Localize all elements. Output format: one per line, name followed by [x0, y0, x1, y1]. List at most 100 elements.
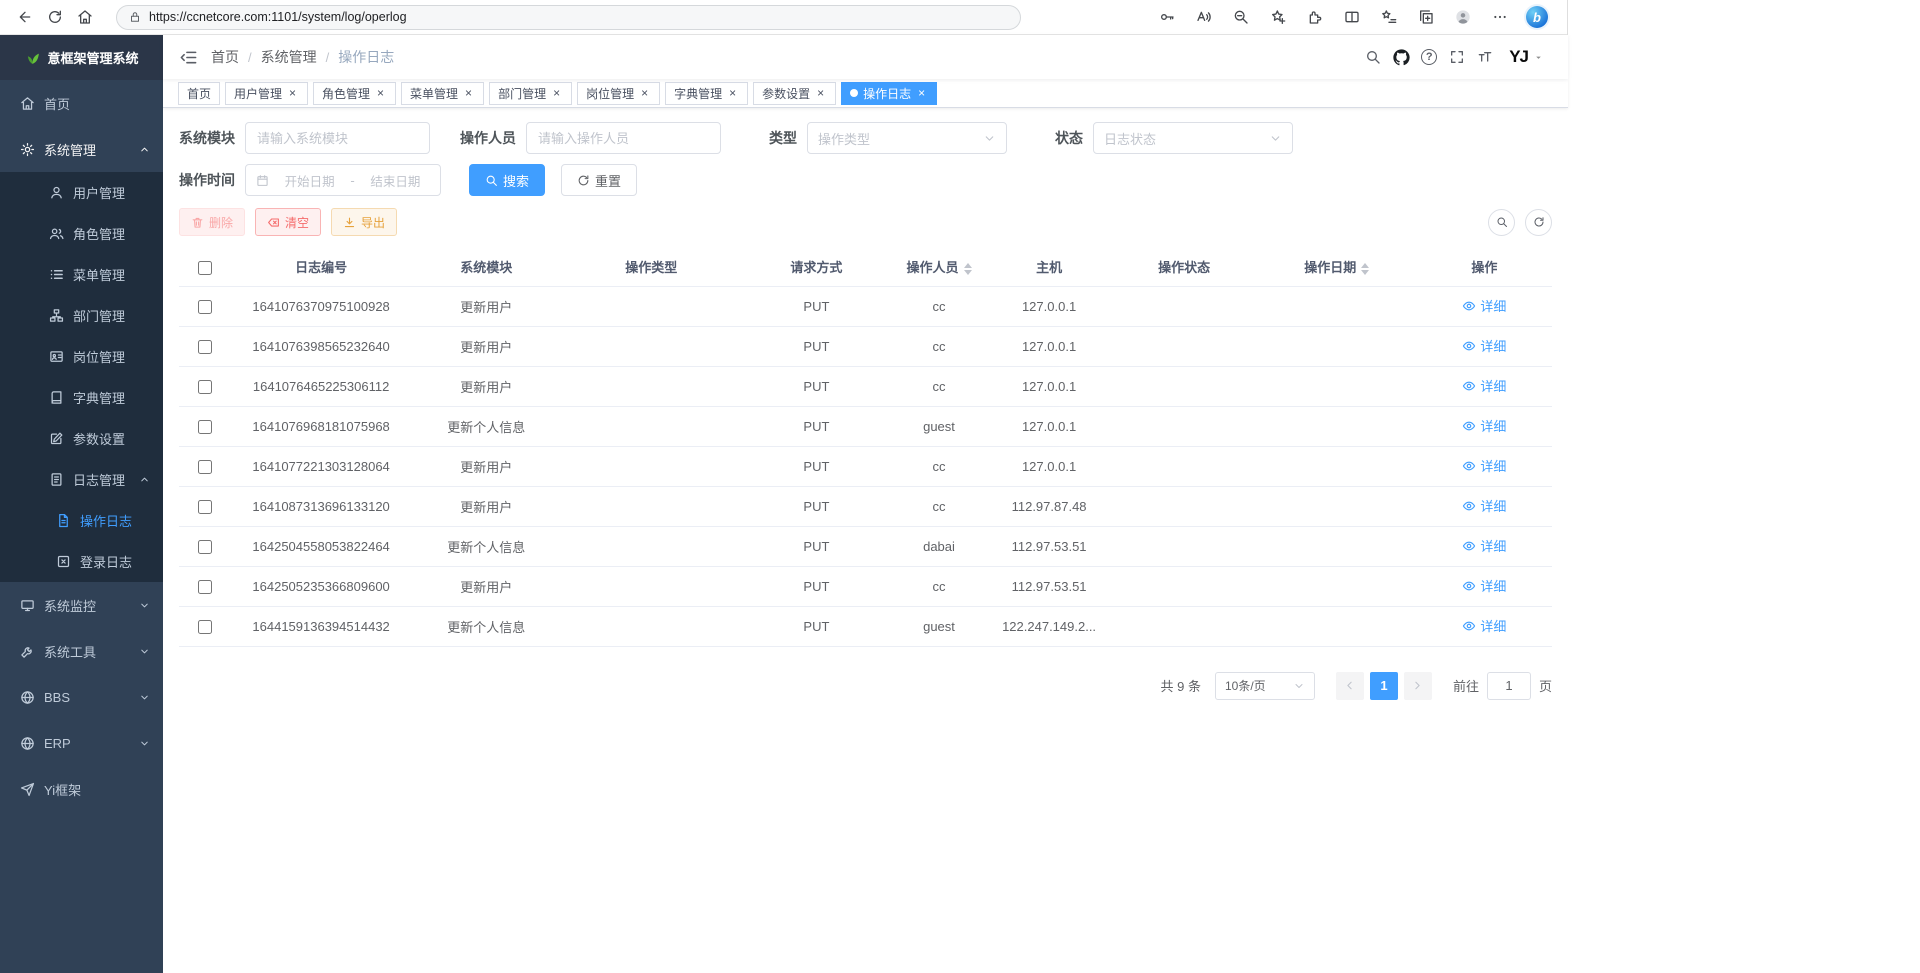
tab-dict-mgmt[interactable]: 字典管理× [665, 82, 748, 105]
extensions-icon[interactable] [1299, 3, 1330, 31]
sort-control[interactable] [1361, 263, 1369, 275]
header-method: 请求方式 [741, 248, 891, 286]
font-size-icon[interactable] [1471, 35, 1499, 79]
search-button[interactable]: 搜索 [469, 164, 545, 196]
delete-button[interactable]: 删除 [179, 208, 245, 236]
sidebar-item-operation-log[interactable]: 操作日志 [0, 500, 163, 541]
close-icon[interactable]: × [915, 87, 928, 100]
sidebar-item-menu-mgmt[interactable]: 菜单管理 [0, 254, 163, 295]
close-icon[interactable]: × [726, 87, 739, 100]
reset-button[interactable]: 重置 [561, 164, 637, 196]
read-aloud-icon[interactable] [1188, 3, 1219, 31]
detail-button[interactable]: 详细 [1462, 296, 1506, 315]
tab-menu-mgmt[interactable]: 菜单管理× [401, 82, 484, 105]
close-icon[interactable]: × [462, 87, 475, 100]
row-checkbox[interactable] [198, 500, 212, 514]
sidebar-item-bbs[interactable]: BBS [0, 674, 163, 720]
refresh-table-button[interactable] [1525, 209, 1552, 236]
copilot-icon[interactable]: b [1526, 6, 1548, 28]
detail-button[interactable]: 详细 [1462, 416, 1506, 435]
profile-avatar-icon[interactable] [1447, 3, 1478, 31]
address-bar[interactable]: https://ccnetcore.com:1101/system/log/op… [116, 5, 1021, 30]
sidebar-item-erp[interactable]: ERP [0, 720, 163, 766]
detail-button[interactable]: 详细 [1462, 576, 1506, 595]
breadcrumb-home[interactable]: 首页 [211, 47, 239, 67]
sidebar-item-home[interactable]: 首页 [0, 80, 163, 126]
sidebar-item-login-log[interactable]: 登录日志 [0, 541, 163, 582]
add-favorite-icon[interactable] [1262, 3, 1293, 31]
row-checkbox[interactable] [198, 340, 212, 354]
split-screen-icon[interactable] [1336, 3, 1367, 31]
close-icon[interactable]: × [638, 87, 651, 100]
sort-control[interactable] [964, 263, 972, 275]
favorites-icon[interactable] [1373, 3, 1404, 31]
sidebar-item-yi-framework[interactable]: Yi框架 [0, 766, 163, 812]
detail-button[interactable]: 详细 [1462, 616, 1506, 635]
breadcrumb-system-mgmt[interactable]: 系统管理 [261, 47, 317, 67]
prev-page-button[interactable] [1336, 672, 1364, 700]
close-icon[interactable]: × [374, 87, 387, 100]
close-icon[interactable]: × [286, 87, 299, 100]
status-select[interactable]: 日志状态 [1093, 122, 1293, 154]
tab-post-mgmt[interactable]: 岗位管理× [577, 82, 660, 105]
page-size-select[interactable]: 10条/页 [1215, 672, 1315, 700]
cell-log-id: 1641076398565232640 [231, 326, 411, 366]
sidebar-item-role-mgmt[interactable]: 角色管理 [0, 213, 163, 254]
sidebar-item-post-mgmt[interactable]: 岗位管理 [0, 336, 163, 377]
row-checkbox[interactable] [198, 620, 212, 634]
reload-button[interactable] [40, 2, 70, 32]
tab-dept-mgmt[interactable]: 部门管理× [489, 82, 572, 105]
zoom-out-icon[interactable] [1225, 3, 1256, 31]
hamburger-icon[interactable] [173, 42, 203, 72]
password-key-icon[interactable] [1151, 3, 1182, 31]
tab-home[interactable]: 首页 [178, 82, 220, 105]
cell-status [1112, 606, 1257, 646]
row-checkbox[interactable] [198, 540, 212, 554]
sidebar-item-log-mgmt[interactable]: 日志管理 [0, 459, 163, 500]
row-checkbox[interactable] [198, 460, 212, 474]
sidebar-item-dept-mgmt[interactable]: 部门管理 [0, 295, 163, 336]
sidebar-item-system-tools[interactable]: 系统工具 [0, 628, 163, 674]
sidebar-item-system-monitor[interactable]: 系统监控 [0, 582, 163, 628]
type-select[interactable]: 操作类型 [807, 122, 1007, 154]
goto-page-input[interactable] [1487, 672, 1531, 700]
tab-role-mgmt[interactable]: 角色管理× [313, 82, 396, 105]
detail-button[interactable]: 详细 [1462, 336, 1506, 355]
tab-operation-log[interactable]: 操作日志× [841, 82, 937, 105]
detail-button[interactable]: 详细 [1462, 536, 1506, 555]
row-checkbox[interactable] [198, 580, 212, 594]
close-icon[interactable]: × [814, 87, 827, 100]
browser-home-button[interactable] [70, 2, 100, 32]
detail-button[interactable]: 详细 [1462, 496, 1506, 515]
select-all-checkbox[interactable] [198, 261, 212, 275]
search-icon[interactable] [1359, 35, 1387, 79]
github-icon[interactable] [1387, 35, 1415, 79]
detail-button[interactable]: 详细 [1462, 456, 1506, 475]
sidebar-item-param-settings[interactable]: 参数设置 [0, 418, 163, 459]
fullscreen-icon[interactable] [1443, 35, 1471, 79]
current-page[interactable]: 1 [1370, 672, 1398, 700]
date-range-input[interactable]: 开始日期 - 结束日期 [245, 164, 441, 196]
export-button[interactable]: 导出 [331, 208, 397, 236]
more-options-icon[interactable] [1484, 3, 1515, 31]
tab-user-mgmt[interactable]: 用户管理× [225, 82, 308, 105]
row-checkbox[interactable] [198, 380, 212, 394]
browser-toolbar: https://ccnetcore.com:1101/system/log/op… [0, 0, 1567, 35]
collections-icon[interactable] [1410, 3, 1441, 31]
module-input[interactable] [245, 122, 430, 154]
detail-button[interactable]: 详细 [1462, 376, 1506, 395]
clear-button[interactable]: 清空 [255, 208, 321, 236]
back-button[interactable] [10, 2, 40, 32]
toggle-search-button[interactable] [1488, 209, 1515, 236]
next-page-button[interactable] [1404, 672, 1432, 700]
row-checkbox[interactable] [198, 420, 212, 434]
sidebar-item-dict-mgmt[interactable]: 字典管理 [0, 377, 163, 418]
help-icon[interactable]: ? [1415, 35, 1443, 79]
sidebar-item-system-mgmt[interactable]: 系统管理 [0, 126, 163, 172]
user-avatar[interactable]: YJ [1509, 47, 1544, 67]
row-checkbox[interactable] [198, 300, 212, 314]
tab-param-settings[interactable]: 参数设置× [753, 82, 836, 105]
operator-input[interactable] [526, 122, 721, 154]
close-icon[interactable]: × [550, 87, 563, 100]
sidebar-item-user-mgmt[interactable]: 用户管理 [0, 172, 163, 213]
